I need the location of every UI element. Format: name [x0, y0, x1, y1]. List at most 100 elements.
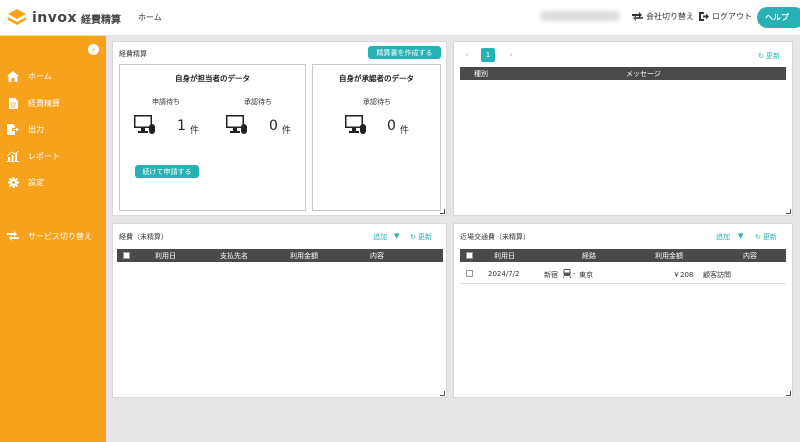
- export-icon: [6, 123, 20, 135]
- help-button[interactable]: ヘルプ: [757, 7, 800, 28]
- continue-request-button[interactable]: 続けて申請する: [135, 165, 199, 178]
- monitor-icon: [345, 115, 366, 134]
- expenses-table-header: 利用日 支払先名 利用金額 内容: [117, 249, 443, 262]
- expenses-panel: 経費（未精算） 追加 ▼ ↻ 更新 利用日 支払先名 利用金額 内容: [112, 223, 447, 398]
- count-unit: 件: [190, 126, 200, 136]
- sidebar-item-service-switch[interactable]: サービス切り替え: [6, 230, 92, 242]
- pending-approval-count[interactable]: 0: [269, 118, 278, 134]
- column-header: 内容: [743, 251, 757, 260]
- logout-button[interactable]: ログアウト: [699, 11, 752, 22]
- select-all-checkbox[interactable]: [466, 252, 473, 259]
- switch-company-label: 会社切り替え: [646, 12, 694, 21]
- create-statement-button[interactable]: 精算書を作成する: [368, 46, 441, 59]
- transport-panel: 近場交通費（未精算） 追加 ▼ ↻ 更新 利用日 経路 利用金額 内容 2024…: [453, 223, 793, 398]
- logo-icon: [8, 9, 26, 25]
- column-header: 経路: [582, 251, 596, 260]
- next-page-button[interactable]: ›: [504, 48, 518, 62]
- gear-icon: [6, 176, 20, 188]
- column-header: 内容: [370, 251, 384, 260]
- column-header: 種別: [474, 69, 488, 78]
- add-label: 追加: [373, 233, 387, 241]
- resize-handle[interactable]: [440, 209, 445, 214]
- sidebar-item-label: 経費精算: [28, 98, 60, 108]
- pending-request-count[interactable]: 1: [177, 118, 186, 134]
- sidebar-item-settings[interactable]: 設定: [6, 176, 44, 188]
- column-header: 利用金額: [290, 251, 318, 260]
- refresh-button[interactable]: ↻ 更新: [755, 232, 777, 242]
- filter-icon[interactable]: ▼: [394, 232, 399, 240]
- resize-handle[interactable]: [786, 391, 791, 396]
- column-header: 利用日: [155, 251, 176, 260]
- logo-subtitle: 経費精算: [81, 14, 122, 26]
- sidebar-item-expense[interactable]: 経費精算: [6, 97, 60, 109]
- user-name-blurred: [540, 11, 620, 21]
- prev-page-button[interactable]: ‹: [460, 48, 474, 62]
- home-icon: [6, 70, 20, 82]
- row-checkbox[interactable]: [466, 270, 473, 277]
- approver-data-box: 自身が承認者のデータ 承認待ち 0 件: [312, 64, 441, 211]
- row-route-to: 東京: [579, 271, 593, 279]
- resize-handle[interactable]: [786, 209, 791, 214]
- refresh-icon: ↻: [755, 233, 761, 241]
- add-label: 追加: [716, 233, 730, 241]
- resize-handle[interactable]: [440, 391, 445, 396]
- panel-title: 近場交通費（未精算）: [460, 233, 530, 241]
- sidebar-item-label: サービス切り替え: [28, 231, 92, 241]
- sidebar: ‹ ホーム 経費精算 出力 レポート 設定 サービス切り替え: [0, 36, 106, 442]
- sidebar-item-label: レポート: [28, 151, 60, 161]
- refresh-button[interactable]: ↻ 更新: [758, 51, 780, 61]
- refresh-button[interactable]: ↻ 更新: [410, 232, 432, 242]
- monitor-icon: [134, 115, 155, 134]
- pending-approval-label: 承認待ち: [363, 98, 391, 106]
- nav-home-link[interactable]: ホーム: [138, 12, 162, 23]
- page-number-button[interactable]: 1: [481, 48, 495, 62]
- logo-text: invox: [32, 10, 78, 26]
- route-separator: -: [573, 270, 576, 278]
- messages-panel: ‹ 1 › ↻ 更新 種別 メッセージ: [453, 41, 793, 216]
- my-data-box: 自身が担当者のデータ 申請待ち 承認待ち 1 件 0 件 続けて申請する: [119, 64, 306, 211]
- logout-label: ログアウト: [712, 12, 752, 21]
- add-button[interactable]: 追加: [716, 232, 730, 242]
- refresh-icon: ↻: [758, 52, 764, 60]
- chevron-left-icon[interactable]: ‹: [88, 44, 99, 55]
- refresh-label: 更新: [417, 233, 432, 241]
- refresh-label: 更新: [766, 52, 780, 60]
- filter-icon[interactable]: ▼: [738, 232, 743, 240]
- chart-icon: [6, 150, 20, 162]
- sidebar-item-label: 出力: [28, 124, 44, 134]
- app-logo[interactable]: invox 経費精算: [6, 7, 121, 29]
- column-header: 支払先名: [220, 251, 248, 260]
- table-row[interactable]: 2024/7/2 新宿 - 東京 ￥208 顧客訪問: [460, 264, 786, 284]
- train-icon: [562, 269, 572, 280]
- add-button[interactable]: 追加: [373, 232, 387, 242]
- sidebar-item-label: 設定: [28, 177, 44, 187]
- logout-icon: [699, 12, 709, 21]
- monitor-icon: [226, 115, 247, 134]
- row-content: 顧客訪問: [703, 271, 731, 279]
- panel-title: 経費（未精算）: [119, 233, 168, 241]
- count-unit: 件: [282, 126, 292, 136]
- row-date: 2024/7/2: [488, 270, 520, 278]
- approver-data-title: 自身が承認者のデータ: [339, 74, 414, 83]
- column-header: 利用日: [494, 251, 515, 260]
- approver-pending-count[interactable]: 0: [387, 118, 396, 134]
- my-data-title: 自身が担当者のデータ: [175, 74, 250, 83]
- expense-summary-panel: 経費精算 精算書を作成する 自身が担当者のデータ 申請待ち 承認待ち 1 件 0…: [112, 41, 447, 216]
- sidebar-item-export[interactable]: 出力: [6, 123, 44, 135]
- switch-company-icon: [632, 12, 643, 21]
- pending-approval-label: 承認待ち: [244, 98, 272, 106]
- top-bar: invox 経費精算 ホーム 会社切り替え ログアウト ヘルプ: [0, 0, 800, 36]
- column-header: 利用金額: [655, 251, 683, 260]
- select-all-checkbox[interactable]: [123, 252, 130, 259]
- sidebar-item-report[interactable]: レポート: [6, 150, 60, 162]
- refresh-label: 更新: [762, 233, 777, 241]
- pending-request-label: 申請待ち: [152, 98, 180, 106]
- transport-table-header: 利用日 経路 利用金額 内容: [460, 249, 786, 262]
- document-icon: [6, 97, 20, 109]
- sidebar-item-home[interactable]: ホーム: [6, 70, 52, 82]
- column-header: メッセージ: [626, 69, 661, 78]
- switch-company-button[interactable]: 会社切り替え: [632, 11, 694, 22]
- refresh-icon: ↻: [410, 233, 416, 241]
- switch-icon: [6, 230, 20, 242]
- row-route-from: 新宿: [544, 271, 558, 279]
